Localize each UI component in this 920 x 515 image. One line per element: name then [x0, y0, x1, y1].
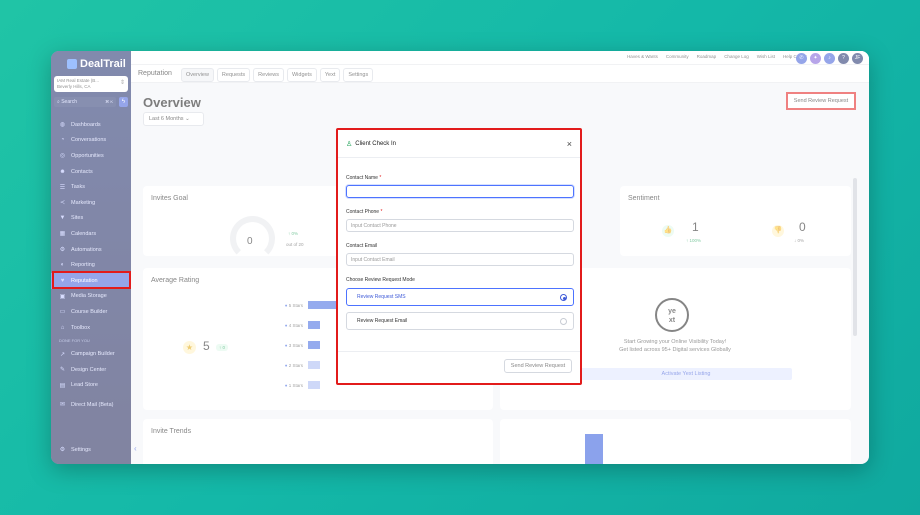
mode-option-sms[interactable]: Review Request SMS	[346, 288, 574, 306]
radio-unselected[interactable]	[560, 318, 567, 325]
contact-email-input[interactable]: Input Contact Email	[346, 253, 574, 266]
modal-title: Client Check In	[355, 141, 396, 147]
modal-header: ♙ Client Check In	[346, 140, 396, 148]
divider	[338, 157, 580, 158]
contact-phone-label-text: Contact Phone	[346, 209, 380, 215]
user-icon: ♙	[346, 141, 353, 148]
contact-name-label: Contact Name *	[346, 175, 381, 181]
radio-selected[interactable]	[560, 294, 567, 301]
mode-option-email[interactable]: Review Request Email	[346, 312, 574, 330]
contact-name-label-text: Contact Name	[346, 175, 378, 181]
client-check-in-modal: ♙ Client Check In × Contact Name * Conta…	[336, 128, 582, 385]
mode-option-label: Review Request SMS	[357, 294, 406, 300]
reputation-highlight	[52, 271, 131, 289]
contact-phone-label: Contact Phone *	[346, 209, 382, 215]
mode-option-label: Review Request Email	[357, 318, 408, 324]
app-window: DealTrail IAM Real Estate (B... Beverly …	[51, 51, 869, 464]
contact-email-label: Contact Email	[346, 243, 378, 249]
contact-name-input[interactable]	[346, 185, 574, 198]
required-mark: *	[380, 209, 383, 215]
contact-phone-input[interactable]: Input Contact Phone	[346, 219, 574, 232]
modal-send-review-button[interactable]: Send Review Request	[504, 359, 572, 373]
mode-label: Choose Review Request Mode	[346, 277, 415, 283]
close-icon[interactable]: ×	[567, 139, 572, 149]
divider	[338, 351, 580, 352]
required-mark: *	[379, 175, 382, 181]
